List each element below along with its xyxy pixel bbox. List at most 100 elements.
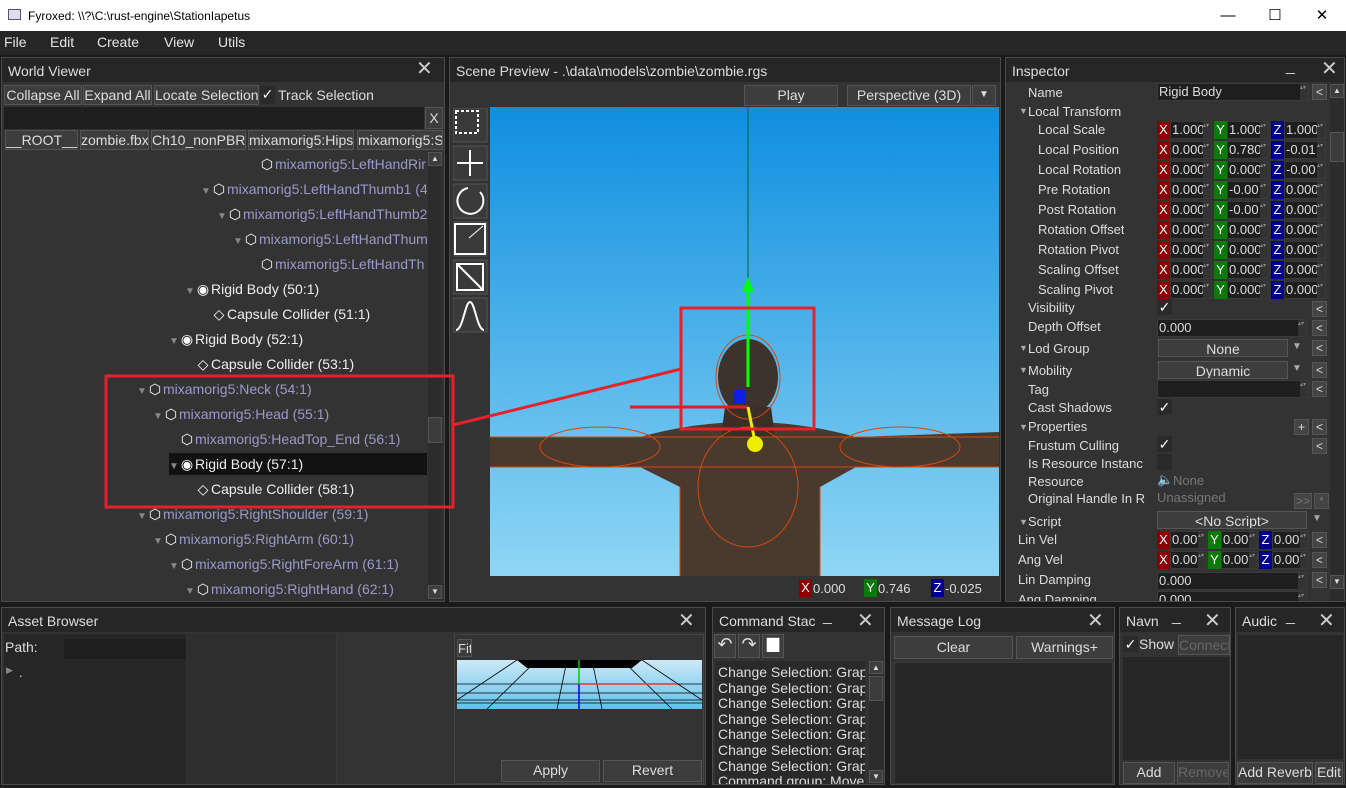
menu-view[interactable]: View xyxy=(164,34,194,50)
revert-button[interactable]: < xyxy=(1312,301,1327,317)
expand-arrow-icon[interactable]: ▼ xyxy=(153,406,163,428)
vector-z-field[interactable]: 0.00 xyxy=(1272,551,1309,569)
vector-x-field[interactable]: 0.000 xyxy=(1170,241,1212,259)
scroll-up-icon[interactable]: ▲ xyxy=(428,152,442,166)
name-field[interactable]: Rigid Body xyxy=(1157,83,1309,101)
remove-navmesh-button[interactable]: Remove xyxy=(1177,762,1229,784)
tree-scrollbar[interactable]: ▲ ▼ xyxy=(428,152,442,600)
vector-x-field[interactable]: 0.000 xyxy=(1170,281,1212,299)
mobility-select[interactable]: Dynamic xyxy=(1158,361,1288,379)
vector-y-field[interactable]: 1.000 xyxy=(1227,121,1269,139)
folder-root[interactable]: . xyxy=(19,665,23,680)
menu-edit[interactable]: Edit xyxy=(50,34,74,50)
collapse-all-button[interactable]: Collapse All xyxy=(4,85,82,105)
revert-button[interactable]: < xyxy=(1312,552,1327,568)
collapse-arrow-icon[interactable]: ▼ xyxy=(1019,422,1028,432)
vector-z-field[interactable]: -0.00 xyxy=(1284,161,1326,179)
locate-selection-button[interactable]: Locate Selection xyxy=(154,85,259,105)
command-item[interactable]: Change Selection: Grap xyxy=(718,711,865,727)
play-button[interactable]: Play xyxy=(744,85,838,106)
close-icon[interactable]: ✕ xyxy=(1318,611,1335,631)
chevron-down-icon[interactable]: ▼ xyxy=(1292,363,1302,374)
visibility-checkbox[interactable]: ✓ xyxy=(1157,299,1172,315)
scroll-down-icon[interactable]: ▼ xyxy=(869,770,883,783)
lod-group-select[interactable]: None xyxy=(1158,339,1288,357)
connect-button[interactable]: Connect xyxy=(1178,635,1230,655)
vector-x-field[interactable]: 0.000 xyxy=(1170,221,1212,239)
collapse-arrow-icon[interactable]: ▼ xyxy=(1019,106,1028,116)
tree-item[interactable]: ◇ Capsule Collider (53:1) xyxy=(185,353,427,375)
minimize-icon[interactable]: _ xyxy=(1172,608,1181,626)
trash-icon[interactable]: ▆ xyxy=(762,634,784,658)
vector-y-field[interactable]: -0.00 xyxy=(1227,181,1269,199)
expand-arrow-icon[interactable]: ▼ xyxy=(185,581,195,601)
expand-all-button[interactable]: Expand All xyxy=(83,85,152,105)
vector-z-field[interactable]: 0.000 xyxy=(1284,221,1326,239)
vector-z-field[interactable]: 0.000 xyxy=(1284,201,1326,219)
close-icon[interactable]: ✕ xyxy=(416,59,433,79)
tree-item[interactable]: ⬡ mixamorig5:LeftHandRir xyxy=(249,153,427,175)
apply-button[interactable]: Apply xyxy=(501,760,600,782)
edit-button[interactable]: Edit xyxy=(1315,762,1343,784)
vector-z-field[interactable]: 0.000 xyxy=(1284,181,1326,199)
tree-item[interactable]: ▼ ◉ Rigid Body (52:1) xyxy=(169,328,427,350)
tree-item[interactable]: ▼ ⬡ mixamorig5:RightForeArm (61:1) xyxy=(169,553,427,575)
scroll-thumb[interactable] xyxy=(869,676,883,701)
collapse-arrow-icon[interactable]: ▼ xyxy=(1019,343,1028,353)
revert-button[interactable]: < xyxy=(1312,362,1327,378)
revert-button[interactable]: < xyxy=(1312,320,1327,336)
vector-y-field[interactable]: 0.000 xyxy=(1227,241,1269,259)
add-navmesh-button[interactable]: Add xyxy=(1123,762,1175,784)
vector-x-field[interactable]: 1.000 xyxy=(1170,121,1212,139)
vector-x-field[interactable]: 0.000 xyxy=(1170,181,1212,199)
revert-button[interactable]: < xyxy=(1312,340,1327,356)
fit-button[interactable]: Fit xyxy=(457,639,472,657)
reset-button[interactable]: * xyxy=(1314,493,1329,509)
tree-item[interactable]: ⬡ mixamorig5:HeadTop_End (56:1) xyxy=(169,428,427,450)
scroll-down-icon[interactable]: ▼ xyxy=(1330,575,1344,589)
vector-z-field[interactable]: 0.000 xyxy=(1284,261,1326,279)
expand-arrow-icon[interactable]: ▼ xyxy=(233,231,243,253)
revert-button[interactable]: < xyxy=(1312,381,1327,397)
tree-item[interactable]: ▼ ⬡ mixamorig5:RightShoulder (59:1) xyxy=(137,503,427,525)
vector-y-field[interactable]: 0.000 xyxy=(1227,221,1269,239)
revert-button[interactable]: Revert xyxy=(603,760,702,782)
tree-item[interactable]: ▼ ◉ Rigid Body (57:1) xyxy=(169,453,427,475)
vector-z-field[interactable]: 1.000 xyxy=(1284,121,1326,139)
tree-item[interactable]: ▼ ⬡ mixamorig5:RightArm (60:1) xyxy=(153,528,427,550)
minimize-icon[interactable]: _ xyxy=(823,608,832,626)
vector-x-field[interactable]: 0.00 xyxy=(1170,551,1207,569)
expand-arrow-icon[interactable]: ▼ xyxy=(201,181,211,203)
tree-item[interactable]: ◇ Capsule Collider (58:1) xyxy=(185,478,427,500)
vector-y-field[interactable]: 0.00 xyxy=(1221,531,1258,549)
locate-button[interactable]: >> xyxy=(1294,493,1312,509)
tree-item[interactable]: ▼ ⬡ mixamorig5:LeftHandThumb2 xyxy=(217,203,427,225)
command-item[interactable]: Change Selection: Grap xyxy=(718,758,865,774)
search-input[interactable] xyxy=(4,107,424,129)
command-scrollbar[interactable]: ▲ ▼ xyxy=(869,661,883,784)
vector-x-field[interactable]: 0.000 xyxy=(1170,161,1212,179)
undo-icon[interactable]: ↶ xyxy=(714,634,736,658)
expand-arrow-icon[interactable]: ▼ xyxy=(185,281,195,303)
breadcrumb-spine[interactable]: mixamorig5:S xyxy=(357,130,443,150)
scroll-up-icon[interactable]: ▲ xyxy=(869,661,883,674)
breadcrumb-zombie[interactable]: zombie.fbx xyxy=(80,130,149,150)
breadcrumb-ch10[interactable]: Ch10_nonPBR xyxy=(151,130,246,150)
vector-y-field[interactable]: 0.00 xyxy=(1221,551,1258,569)
vector-y-field[interactable]: 0.780 xyxy=(1227,141,1269,159)
tree-item[interactable]: ▼ ⬡ mixamorig5:Neck (54:1) xyxy=(137,378,427,400)
command-item[interactable]: Change Selection: Grap xyxy=(718,695,865,711)
minimize-button[interactable]: — xyxy=(1205,0,1251,31)
menu-file[interactable]: File xyxy=(4,34,27,50)
command-item[interactable]: Change Selection: Grap xyxy=(718,742,865,758)
script-select[interactable]: <No Script> xyxy=(1157,511,1307,529)
add-reverb-button[interactable]: Add Reverb xyxy=(1237,762,1313,784)
expand-arrow-icon[interactable]: ▼ xyxy=(137,506,147,528)
ang-damping-field[interactable]: 0.000 xyxy=(1157,591,1307,601)
vector-z-field[interactable]: -0.01 xyxy=(1284,141,1326,159)
redo-icon[interactable]: ↷ xyxy=(738,634,760,658)
scroll-thumb[interactable] xyxy=(428,417,442,443)
revert-button[interactable]: < xyxy=(1312,532,1327,548)
command-item[interactable]: Change Selection: Grap xyxy=(718,726,865,742)
track-selection-checkbox[interactable]: ✓ xyxy=(260,86,275,104)
